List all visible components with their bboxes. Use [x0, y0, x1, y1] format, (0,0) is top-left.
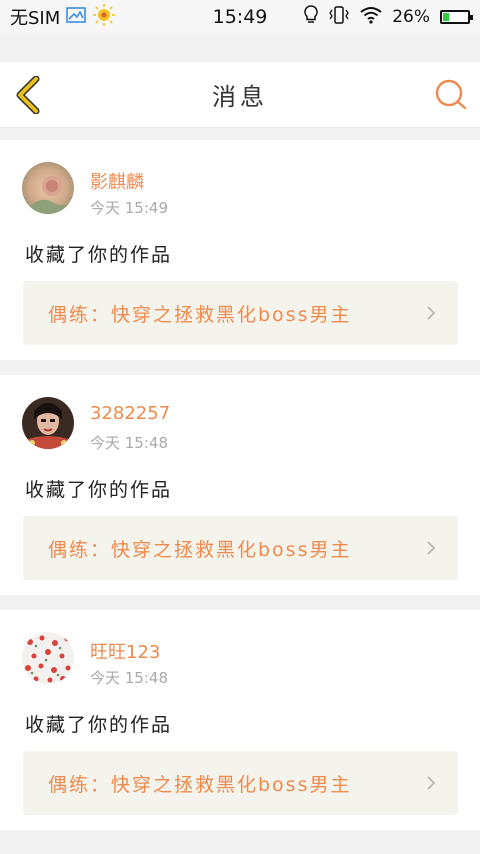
battery-icon — [440, 10, 473, 24]
action-text: 收藏了你的作品 — [25, 714, 173, 736]
action-text: 收藏了你的作品 — [25, 244, 173, 266]
image-notification-icon — [66, 6, 87, 29]
work-link[interactable]: 偶练：快穿之拯救黑化boss男主 — [23, 281, 458, 345]
header-bar: 消息 — [0, 62, 480, 128]
timestamp: 今天 15:49 — [90, 199, 168, 217]
battery-percent: 26% — [392, 7, 430, 27]
work-link[interactable]: 偶练：快穿之拯救黑化boss男主 — [23, 516, 458, 580]
work-title: 偶练：快穿之拯救黑化boss男主 — [48, 538, 352, 561]
username[interactable]: 旺旺123 — [90, 638, 160, 664]
page-title: 消息 — [212, 83, 268, 111]
status-bar: 无SIM 15:49 26% — [0, 0, 480, 34]
search-button[interactable] — [434, 78, 468, 112]
back-arrow-icon — [16, 75, 40, 115]
search-icon — [435, 79, 467, 110]
timestamp: 今天 15:48 — [90, 434, 168, 452]
chevron-right-icon — [427, 306, 436, 320]
username[interactable]: 3282257 — [90, 403, 170, 424]
chevron-right-icon — [427, 776, 436, 790]
vibrate-icon — [328, 5, 350, 30]
message-card: 影麒麟 今天 15:49 收藏了你的作品 偶练：快穿之拯救黑化boss男主 — [0, 140, 480, 360]
status-left: 无SIM — [10, 3, 116, 31]
avatar[interactable] — [22, 397, 74, 449]
weather-icon — [92, 3, 116, 31]
message-card: 3282257 今天 15:48 收藏了你的作品 偶练：快穿之拯救黑化boss男… — [0, 375, 480, 595]
status-right: 26% — [304, 4, 473, 30]
work-link[interactable]: 偶练：快穿之拯救黑化boss男主 — [23, 751, 458, 815]
bulb-icon — [304, 4, 318, 30]
action-text: 收藏了你的作品 — [25, 479, 173, 501]
username[interactable]: 影麒麟 — [90, 168, 144, 194]
avatar[interactable] — [22, 632, 74, 684]
wifi-icon — [360, 6, 382, 29]
battery-level-fill — [443, 13, 449, 21]
back-button[interactable] — [14, 75, 44, 115]
chevron-right-icon — [427, 541, 436, 555]
carrier-label: 无SIM — [10, 8, 61, 29]
work-title: 偶练：快穿之拯救黑化boss男主 — [48, 773, 352, 796]
work-title: 偶练：快穿之拯救黑化boss男主 — [48, 303, 352, 326]
avatar[interactable] — [22, 162, 74, 214]
message-card: 旺旺123 今天 15:48 收藏了你的作品 偶练：快穿之拯救黑化boss男主 — [0, 610, 480, 830]
timestamp: 今天 15:48 — [90, 669, 168, 687]
